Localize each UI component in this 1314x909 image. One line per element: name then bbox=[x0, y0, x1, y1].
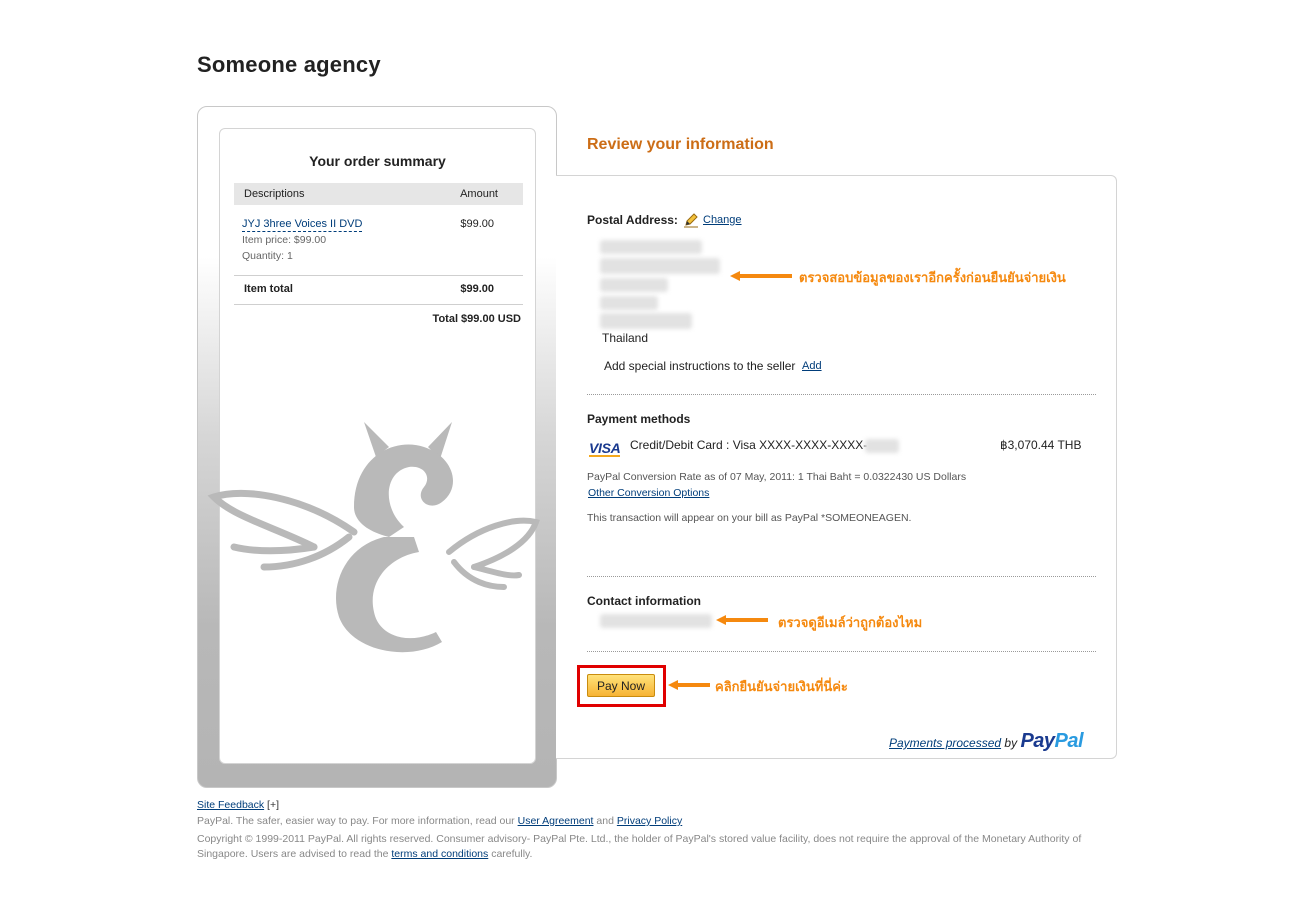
footer-copyright: Copyright © 1999-2011 PayPal. All rights… bbox=[197, 832, 1117, 862]
footer-carefully: carefully. bbox=[491, 848, 533, 860]
pay-now-button[interactable]: Pay Now bbox=[587, 674, 655, 697]
card-description: Credit/Debit Card : Visa XXXX-XXXX-XXXX- bbox=[630, 438, 868, 452]
bill-descriptor-text: This transaction will appear on your bil… bbox=[587, 512, 912, 524]
grand-total: Total $99.00 USD bbox=[432, 313, 521, 325]
amount-column-header: Amount bbox=[460, 188, 498, 200]
payment-methods-label: Payment methods bbox=[587, 412, 691, 426]
footer-text: PayPal. The safer, easier way to pay. Fo… bbox=[197, 815, 515, 827]
site-feedback-link[interactable]: Site Feedback bbox=[197, 799, 264, 811]
arrow-left-icon bbox=[716, 615, 768, 625]
divider bbox=[587, 576, 1096, 577]
special-instructions-text: Add special instructions to the seller bbox=[604, 359, 796, 373]
blurred-address-line bbox=[600, 313, 692, 329]
item-name-link[interactable]: JYJ 3hree Voices II DVD bbox=[242, 218, 363, 232]
blurred-email bbox=[600, 614, 712, 628]
arrow-left-icon bbox=[668, 680, 710, 690]
item-amount: $99.00 bbox=[460, 218, 494, 230]
blurred-address-line bbox=[600, 296, 658, 310]
address-country: Thailand bbox=[602, 331, 649, 345]
review-heading: Review your information bbox=[587, 136, 774, 153]
footer-and: and bbox=[596, 815, 614, 827]
terms-link[interactable]: terms and conditions bbox=[391, 848, 488, 860]
postal-address-label: Postal Address: bbox=[587, 213, 678, 227]
paypal-logo: PayPal bbox=[1020, 730, 1083, 752]
descriptions-column-header: Descriptions bbox=[244, 188, 305, 200]
feedback-expand[interactable]: [+] bbox=[267, 799, 279, 811]
card-amount: ฿3,070.44 THB bbox=[1000, 438, 1082, 452]
item-total-label: Item total bbox=[244, 283, 293, 295]
footer-line: PayPal. The safer, easier way to pay. Fo… bbox=[197, 815, 682, 827]
user-agreement-link[interactable]: User Agreement bbox=[518, 815, 594, 827]
email-annotation: ตรวจดูอีเมล์ว่าถูกต้องไหม bbox=[778, 615, 923, 630]
blurred-address-line bbox=[600, 278, 668, 292]
divider bbox=[587, 651, 1096, 652]
divider bbox=[234, 304, 523, 305]
arrow-left-icon bbox=[730, 271, 792, 281]
divider bbox=[587, 394, 1096, 395]
privacy-policy-link[interactable]: Privacy Policy bbox=[617, 815, 682, 827]
merchant-logo-watermark bbox=[207, 422, 540, 653]
payments-processed-link[interactable]: Payments processed bbox=[889, 736, 1001, 750]
by-text: by bbox=[1004, 736, 1018, 750]
add-instructions-link[interactable]: Add bbox=[802, 360, 822, 372]
contact-information-label: Contact information bbox=[587, 594, 701, 608]
copyright-text: Copyright © 1999-2011 PayPal. All rights… bbox=[197, 833, 1082, 860]
merchant-name: Someone agency bbox=[197, 52, 381, 77]
pencil-icon bbox=[684, 213, 698, 228]
address-annotation: ตรวจสอบข้อมูลของเราอีกครั้งก่อนยืนยันจ่า… bbox=[799, 270, 1066, 285]
change-address-link[interactable]: Change bbox=[703, 214, 742, 226]
divider bbox=[234, 275, 523, 276]
item-quantity: Quantity: 1 bbox=[242, 250, 293, 262]
blurred-address-line bbox=[600, 258, 720, 274]
paypal-logo-pal: Pal bbox=[1054, 730, 1084, 752]
order-summary-title: Your order summary bbox=[309, 153, 446, 169]
item-price: Item price: $99.00 bbox=[242, 234, 327, 246]
conversion-rate-text: PayPal Conversion Rate as of 07 May, 201… bbox=[587, 471, 967, 483]
blurred-card-digits bbox=[865, 439, 899, 453]
item-total-value: $99.00 bbox=[460, 283, 494, 295]
order-summary-header: Descriptions Amount bbox=[234, 183, 523, 205]
payments-processed-by-paypal: Payments processed by PayPal bbox=[889, 730, 1084, 753]
footer-feedback: Site Feedback [+] bbox=[197, 799, 279, 811]
visa-icon: VISA bbox=[589, 440, 621, 457]
pay-annotation: คลิกยืนยันจ่ายเงินที่นี่ค่ะ bbox=[715, 679, 848, 694]
other-conversion-options-link[interactable]: Other Conversion Options bbox=[588, 487, 709, 499]
paypal-logo-pay: Pay bbox=[1020, 730, 1055, 752]
blurred-address-line bbox=[600, 240, 702, 254]
order-summary-panel: Your order summary Descriptions Amount J… bbox=[197, 106, 557, 788]
